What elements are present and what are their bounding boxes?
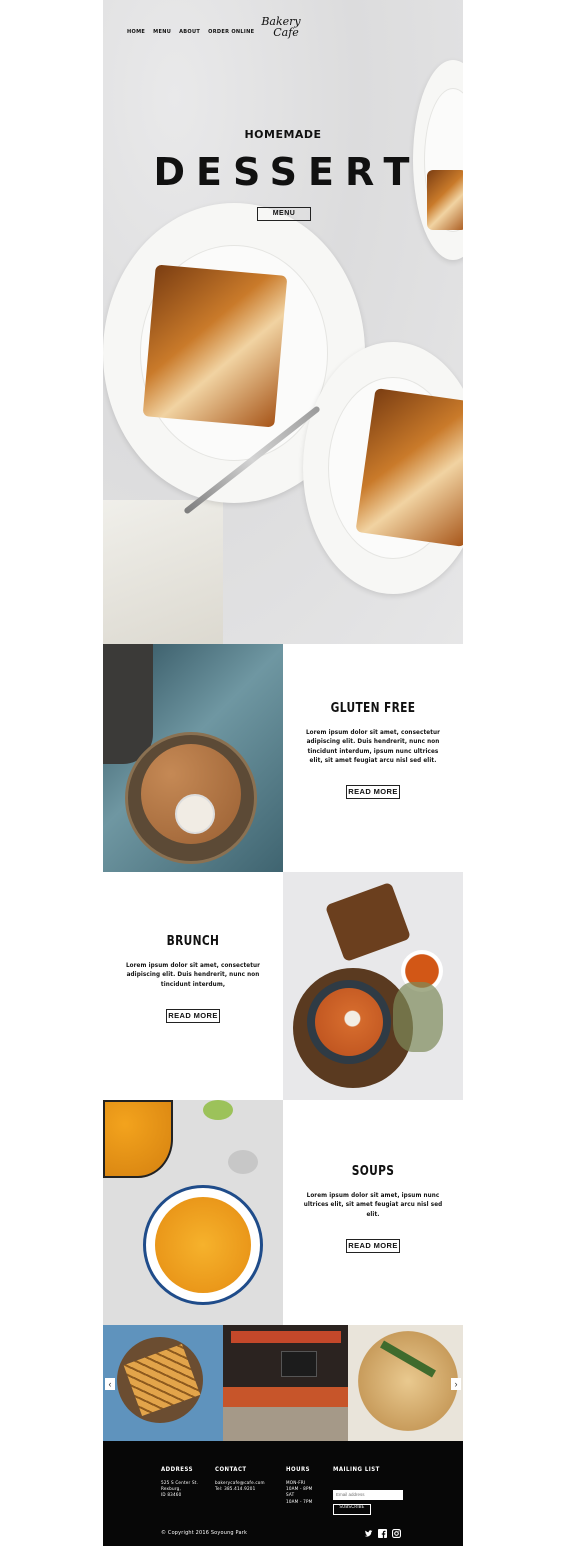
cream-bowl (175, 794, 215, 834)
soups-text-block: SOUPS Lorem ipsum dolor sit amet, ipsum … (283, 1100, 463, 1328)
section-title: SOUPS (351, 1164, 395, 1179)
spoon (228, 1150, 258, 1174)
twitter-icon[interactable] (364, 1529, 373, 1538)
napkin-shape (103, 644, 153, 764)
gluten-free-text-block: GLUTEN FREE Lorem ipsum dolor sit amet, … (283, 644, 463, 872)
section-brunch: BRUNCH Lorem ipsum dolor sit amet, conse… (103, 872, 463, 1100)
gallery-image-pasta[interactable] (348, 1325, 463, 1441)
copyright: © Copyright 2016 Soyoung Park (161, 1530, 248, 1536)
soup (315, 988, 383, 1056)
toast (324, 881, 412, 963)
section-title: GLUTEN FREE (330, 701, 416, 716)
contact-heading: CONTACT (215, 1466, 247, 1473)
gallery-image-cafe[interactable] (223, 1325, 348, 1441)
section-title: BRUNCH (166, 934, 220, 949)
footer-mailing-list: MAILING LIST SUBSCRIBE (333, 1466, 403, 1515)
nav-menu[interactable]: MENU (153, 29, 171, 35)
apple-tart-image-top (427, 170, 463, 230)
herbs (393, 982, 443, 1052)
apple-tart-image (142, 264, 288, 428)
mailing-heading: MAILING LIST (333, 1466, 380, 1473)
brunch-text-block: BRUNCH Lorem ipsum dolor sit amet, conse… (103, 872, 283, 1100)
main-nav: HOME MENU ABOUT ORDER ONLINE (127, 29, 254, 35)
footer: ADDRESS 525 S Center St. Rexburg, ID 834… (103, 1441, 463, 1546)
hours-heading: HOURS (286, 1466, 311, 1473)
soup-image (103, 1100, 283, 1328)
logo-line2: Cafe (273, 26, 299, 39)
brunch-image (283, 872, 463, 1100)
read-more-button[interactable]: READ MORE (166, 1008, 220, 1023)
facebook-icon[interactable] (378, 1529, 387, 1538)
soup-bowl-top (103, 1100, 173, 1178)
address-line: ID 83460 (161, 1493, 182, 1499)
photo-gallery (103, 1325, 463, 1441)
hero-subtitle: HOMEMADE (244, 128, 322, 141)
hero-title: DESSERT (153, 150, 421, 194)
pumpkin-soup (155, 1197, 251, 1293)
cookies-image (103, 644, 283, 872)
logo[interactable]: Bakery Cafe (251, 16, 311, 38)
apple-tart-image-right (355, 388, 463, 547)
footer-address: ADDRESS 525 S Center St. Rexburg, ID 834… (161, 1466, 198, 1500)
nav-home[interactable]: HOME (127, 29, 145, 35)
gallery-next-arrow[interactable]: › (451, 1378, 461, 1390)
section-gluten-free: GLUTEN FREE Lorem ipsum dolor sit amet, … (103, 644, 463, 872)
section-body: Lorem ipsum dolor sit amet, consectetur … (125, 962, 261, 988)
menu-button[interactable]: MENU (257, 207, 311, 221)
gallery-prev-arrow[interactable]: ‹ (105, 1378, 115, 1390)
menu-board (281, 1351, 317, 1377)
address-heading: ADDRESS (161, 1466, 193, 1473)
section-body: Lorem ipsum dolor sit amet, ipsum nunc u… (303, 1192, 443, 1218)
hours-line: 10AM - 7PM (286, 1499, 313, 1505)
nav-order-online[interactable]: ORDER ONLINE (208, 29, 254, 35)
read-more-button[interactable]: READ MORE (346, 1238, 400, 1253)
contact-phone: Tel: 385.414.9201 (215, 1487, 256, 1493)
section-soups: SOUPS Lorem ipsum dolor sit amet, ipsum … (103, 1100, 463, 1328)
footer-hours: HOURS MON-FRI 10AM - 8PM SAT 10AM - 7PM (286, 1466, 312, 1506)
lime (203, 1100, 233, 1120)
read-more-button[interactable]: READ MORE (346, 785, 400, 800)
subscribe-button[interactable]: SUBSCRIBE (333, 1504, 371, 1515)
nav-about[interactable]: ABOUT (179, 29, 200, 35)
section-body: Lorem ipsum dolor sit amet, consectetur … (305, 729, 441, 764)
cafe-sign (231, 1331, 341, 1343)
pasta-plate (358, 1331, 458, 1431)
gallery-image-sandwich[interactable] (103, 1325, 223, 1441)
hero-banner: HOME MENU ABOUT ORDER ONLINE Bakery Cafe… (103, 0, 463, 644)
footer-contact: CONTACT bakerycafe@cafe.com Tel: 385.414… (215, 1466, 265, 1493)
instagram-icon[interactable] (392, 1529, 402, 1539)
counter (223, 1387, 348, 1407)
linen-cloth-image (103, 500, 223, 644)
floor (223, 1407, 348, 1441)
page: HOME MENU ABOUT ORDER ONLINE Bakery Cafe… (103, 0, 463, 1546)
email-input[interactable] (333, 1490, 403, 1500)
